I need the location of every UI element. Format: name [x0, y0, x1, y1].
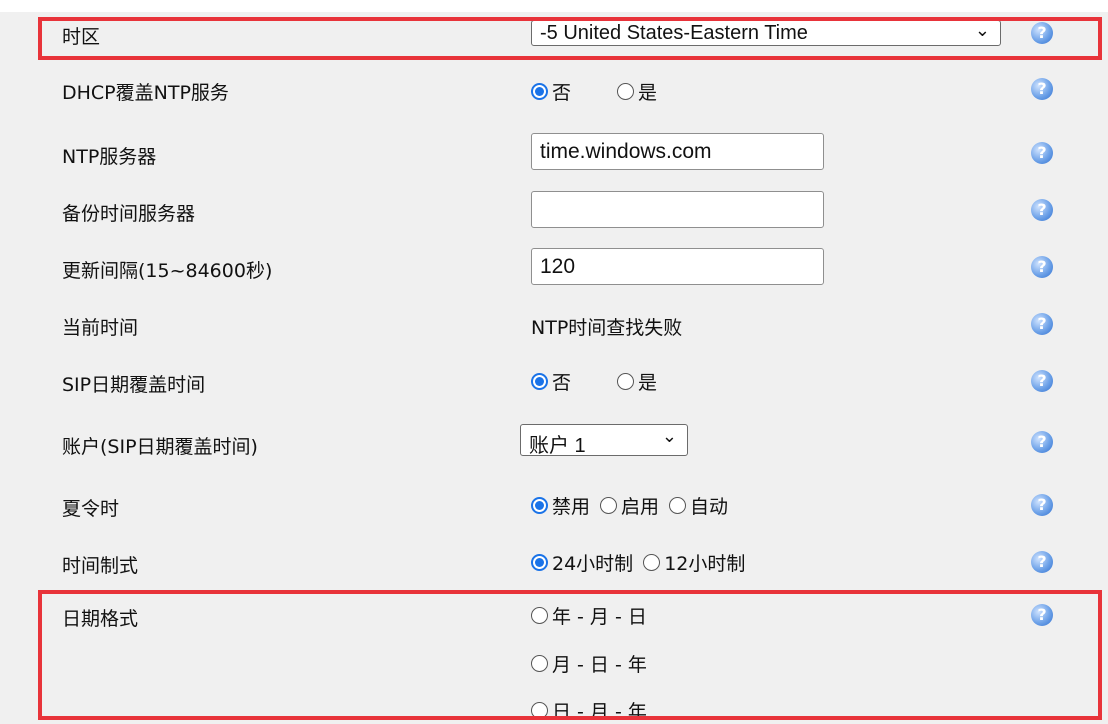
sip-date-no-label: 否: [552, 372, 572, 394]
date-format-mdy-label: 月 - 日 - 年: [552, 654, 647, 676]
date-format-mdy-radio[interactable]: [531, 655, 548, 672]
update-interval-label: 更新间隔(15~84600秒): [62, 260, 273, 282]
help-question-icon[interactable]: ?: [1031, 22, 1053, 44]
current-time-label: 当前时间: [62, 317, 139, 339]
help-question-icon[interactable]: ?: [1031, 370, 1053, 392]
help-question-icon[interactable]: ?: [1031, 604, 1053, 626]
time-format-12h-label: 12小时制: [664, 553, 746, 575]
help-question-icon[interactable]: ?: [1031, 78, 1053, 100]
help-question-icon[interactable]: ?: [1031, 494, 1053, 516]
help-question-icon[interactable]: ?: [1031, 551, 1053, 573]
sip-date-radio-group: 否 是: [531, 368, 657, 395]
help-question-icon[interactable]: ?: [1031, 256, 1053, 278]
ntp-server-label: NTP服务器: [62, 146, 157, 168]
date-format-ymd-label: 年 - 月 - 日: [552, 606, 647, 628]
date-format-label: 日期格式: [62, 608, 139, 630]
backup-server-label: 备份时间服务器: [62, 203, 196, 225]
top-strip: [0, 0, 1108, 12]
sip-account-value: 账户 1: [529, 435, 586, 457]
time-format-24h-radio[interactable]: [531, 554, 548, 571]
dhcp-ntp-radio-group: 否 是: [531, 78, 657, 105]
dhcp-ntp-yes-radio[interactable]: [617, 83, 635, 100]
timezone-label: 时区: [62, 26, 101, 48]
dst-label: 夏令时: [62, 498, 120, 520]
sip-date-no-radio[interactable]: [531, 373, 548, 390]
date-format-ymd-radio[interactable]: [531, 607, 548, 624]
chevron-down-icon: ⌄: [974, 20, 990, 40]
chevron-down-icon: ⌄: [661, 426, 677, 446]
dst-enable-radio[interactable]: [600, 497, 618, 514]
help-question-icon[interactable]: ?: [1031, 142, 1053, 164]
sip-date-label: SIP日期覆盖时间: [62, 374, 206, 396]
timezone-select[interactable]: -5 United States-Eastern Time ⌄: [531, 20, 1001, 46]
current-time-value: NTP时间查找失败: [531, 317, 683, 339]
date-format-option-1: 年 - 月 - 日: [531, 602, 647, 629]
date-format-option-2: 月 - 日 - 年: [531, 650, 647, 677]
time-format-12h-radio[interactable]: [643, 554, 661, 571]
time-format-label: 时间制式: [62, 555, 139, 577]
help-question-icon[interactable]: ?: [1031, 199, 1053, 221]
sip-account-label: 账户(SIP日期覆盖时间): [62, 436, 258, 458]
timezone-value: -5 United States-Eastern Time: [540, 22, 808, 44]
ntp-server-input[interactable]: time.windows.com: [531, 133, 824, 170]
help-question-icon[interactable]: ?: [1031, 431, 1053, 453]
time-format-radio-group: 24小时制 12小时制: [531, 549, 745, 576]
dst-auto-radio[interactable]: [669, 497, 687, 514]
dhcp-ntp-yes-label: 是: [638, 82, 658, 104]
dst-enable-label: 启用: [621, 496, 660, 518]
dst-disable-radio[interactable]: [531, 497, 548, 514]
dhcp-ntp-label: DHCP覆盖NTP服务: [62, 82, 229, 104]
dhcp-ntp-no-label: 否: [552, 82, 572, 104]
help-question-icon[interactable]: ?: [1031, 313, 1053, 335]
update-interval-input[interactable]: 120: [531, 248, 824, 285]
sip-date-yes-radio[interactable]: [617, 373, 635, 390]
sip-date-yes-label: 是: [638, 372, 658, 394]
dst-auto-label: 自动: [690, 496, 729, 518]
dst-disable-label: 禁用: [552, 496, 591, 518]
date-format-dmy-radio[interactable]: [531, 702, 548, 719]
dst-radio-group: 禁用 启用 自动: [531, 492, 728, 519]
dhcp-ntp-no-radio[interactable]: [531, 83, 548, 100]
time-format-24h-label: 24小时制: [552, 553, 634, 575]
backup-server-input[interactable]: [531, 191, 824, 228]
sip-account-select[interactable]: 账户 1 ⌄: [520, 424, 688, 457]
